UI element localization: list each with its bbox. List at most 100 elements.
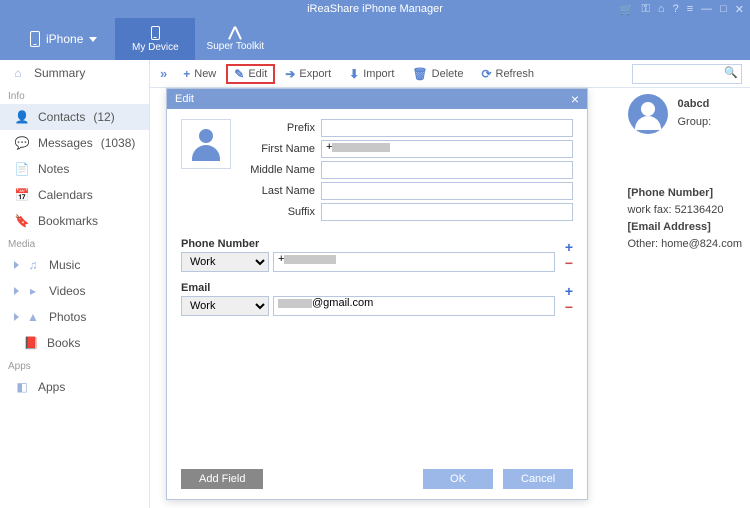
email-type-select[interactable]: Work: [181, 296, 269, 316]
sidebar-label: Contacts: [38, 110, 85, 124]
minimize-icon[interactable]: —: [701, 3, 712, 16]
import-icon: ⬇: [349, 67, 359, 81]
cancel-button[interactable]: Cancel: [503, 469, 573, 489]
prefix-input[interactable]: [321, 119, 573, 137]
toolbar-expand[interactable]: »: [154, 66, 173, 81]
close-icon[interactable]: ✕: [735, 3, 744, 16]
chevron-right-icon: [14, 287, 19, 295]
home-icon: ⌂: [10, 66, 26, 80]
app-title: iReaShare iPhone Manager: [307, 3, 443, 15]
sidebar-label: Apps: [38, 380, 65, 394]
sidebar-label: Videos: [49, 284, 85, 298]
window-controls: 🛒 ⚿ ⌂ ? ≡ — □ ✕: [620, 3, 744, 16]
key-icon[interactable]: ⚿: [642, 3, 650, 16]
home-icon[interactable]: ⌂: [658, 3, 665, 16]
phone-value: work fax: 52136420: [628, 204, 743, 216]
video-icon: ▸: [25, 284, 41, 298]
apps-icon: ◧: [14, 380, 30, 394]
edit-dialog: Edit × Prefix First Name+ Middle Name La…: [166, 88, 588, 500]
email-value: Other: home@824.com: [628, 238, 743, 250]
photo-icon: ▲: [25, 310, 41, 324]
sidebar-label: Summary: [34, 66, 85, 80]
export-button[interactable]: ➔Export: [277, 64, 339, 84]
messages-icon: 💬: [14, 136, 30, 150]
sidebar-item-notes[interactable]: 📄 Notes: [0, 156, 149, 182]
contacts-icon: 👤: [14, 110, 30, 124]
sidebar-label: Music: [49, 258, 80, 272]
phone-header: [Phone Number]: [628, 187, 743, 199]
sidebar-count: (12): [93, 110, 114, 124]
sidebar-group-media: Media: [0, 234, 149, 252]
contact-detail-panel: 0abcd Group: [Phone Number] work fax: 52…: [628, 94, 743, 255]
avatar-picker[interactable]: [181, 119, 231, 169]
notes-icon: 📄: [14, 162, 30, 176]
pencil-icon: ✎: [234, 67, 244, 81]
help-icon[interactable]: ?: [673, 3, 679, 16]
import-button[interactable]: ⬇Import: [341, 64, 402, 84]
new-button[interactable]: +New: [175, 64, 224, 84]
device-name: iPhone: [46, 32, 83, 46]
title-bar: iReaShare iPhone Manager 🛒 ⚿ ⌂ ? ≡ — □ ✕: [0, 0, 750, 18]
email-input[interactable]: @gmail.com: [273, 296, 555, 316]
chevron-right-icon: [14, 313, 19, 321]
phone-input[interactable]: +: [273, 252, 555, 272]
email-add-button[interactable]: +: [565, 284, 573, 298]
tab-label: Super Toolkit: [207, 41, 265, 52]
tools-icon: [227, 27, 243, 39]
cart-icon[interactable]: 🛒: [620, 3, 634, 16]
first-name-input[interactable]: +: [321, 140, 573, 158]
export-icon: ➔: [285, 67, 295, 81]
sidebar-item-calendars[interactable]: 📅 Calendars: [0, 182, 149, 208]
phone-remove-button[interactable]: −: [565, 256, 573, 270]
sidebar-item-contacts[interactable]: 👤 Contacts (12): [0, 104, 149, 130]
tab-my-device[interactable]: My Device: [115, 18, 195, 60]
sidebar: ⌂ Summary Info 👤 Contacts (12) 💬 Message…: [0, 60, 150, 508]
avatar: [628, 94, 668, 134]
trash-icon: 🗑: [412, 67, 427, 81]
sidebar-label: Notes: [38, 162, 69, 176]
sidebar-item-messages[interactable]: 💬 Messages (1038): [0, 130, 149, 156]
add-field-button[interactable]: Add Field: [181, 469, 263, 489]
last-name-label: Last Name: [243, 185, 321, 197]
sidebar-label: Books: [47, 336, 80, 350]
refresh-button[interactable]: ⟳Refresh: [473, 64, 542, 84]
sidebar-item-photos[interactable]: ▲ Photos: [0, 304, 149, 330]
sidebar-item-apps[interactable]: ◧ Apps: [0, 374, 149, 400]
middle-name-label: Middle Name: [243, 164, 321, 176]
dialog-close-button[interactable]: ×: [571, 92, 579, 106]
plus-icon: +: [183, 67, 190, 81]
last-name-input[interactable]: [321, 182, 573, 200]
device-selector[interactable]: iPhone: [0, 18, 115, 60]
sidebar-item-summary[interactable]: ⌂ Summary: [0, 60, 149, 86]
book-icon: 📕: [23, 336, 39, 350]
phone-add-button[interactable]: +: [565, 240, 573, 254]
edit-button[interactable]: ✎Edit: [226, 64, 275, 84]
suffix-input[interactable]: [321, 203, 573, 221]
group-label: Group:: [678, 116, 712, 128]
maximize-icon[interactable]: □: [720, 3, 727, 16]
music-icon: ♫: [25, 258, 41, 272]
email-section-label: Email: [181, 282, 555, 294]
phone-type-select[interactable]: Work: [181, 252, 269, 272]
search-input[interactable]: [632, 64, 742, 84]
menu-icon[interactable]: ≡: [687, 3, 693, 16]
email-remove-button[interactable]: −: [565, 300, 573, 314]
sidebar-item-bookmarks[interactable]: 🔖 Bookmarks: [0, 208, 149, 234]
phone-icon: [30, 31, 40, 47]
sidebar-item-music[interactable]: ♫ Music: [0, 252, 149, 278]
tab-super-toolkit[interactable]: Super Toolkit: [195, 18, 275, 60]
contact-name: 0abcd: [678, 98, 710, 110]
ok-button[interactable]: OK: [423, 469, 493, 489]
sidebar-label: Calendars: [38, 188, 93, 202]
sidebar-count: (1038): [101, 136, 136, 150]
sidebar-label: Bookmarks: [38, 214, 98, 228]
bookmark-icon: 🔖: [14, 214, 30, 228]
email-header: [Email Address]: [628, 221, 743, 233]
sidebar-item-books[interactable]: 📕 Books: [0, 330, 149, 356]
sidebar-item-videos[interactable]: ▸ Videos: [0, 278, 149, 304]
suffix-label: Suffix: [243, 206, 321, 218]
middle-name-input[interactable]: [321, 161, 573, 179]
dialog-titlebar: Edit ×: [167, 89, 587, 109]
dialog-title: Edit: [175, 93, 194, 105]
delete-button[interactable]: 🗑Delete: [404, 64, 471, 84]
